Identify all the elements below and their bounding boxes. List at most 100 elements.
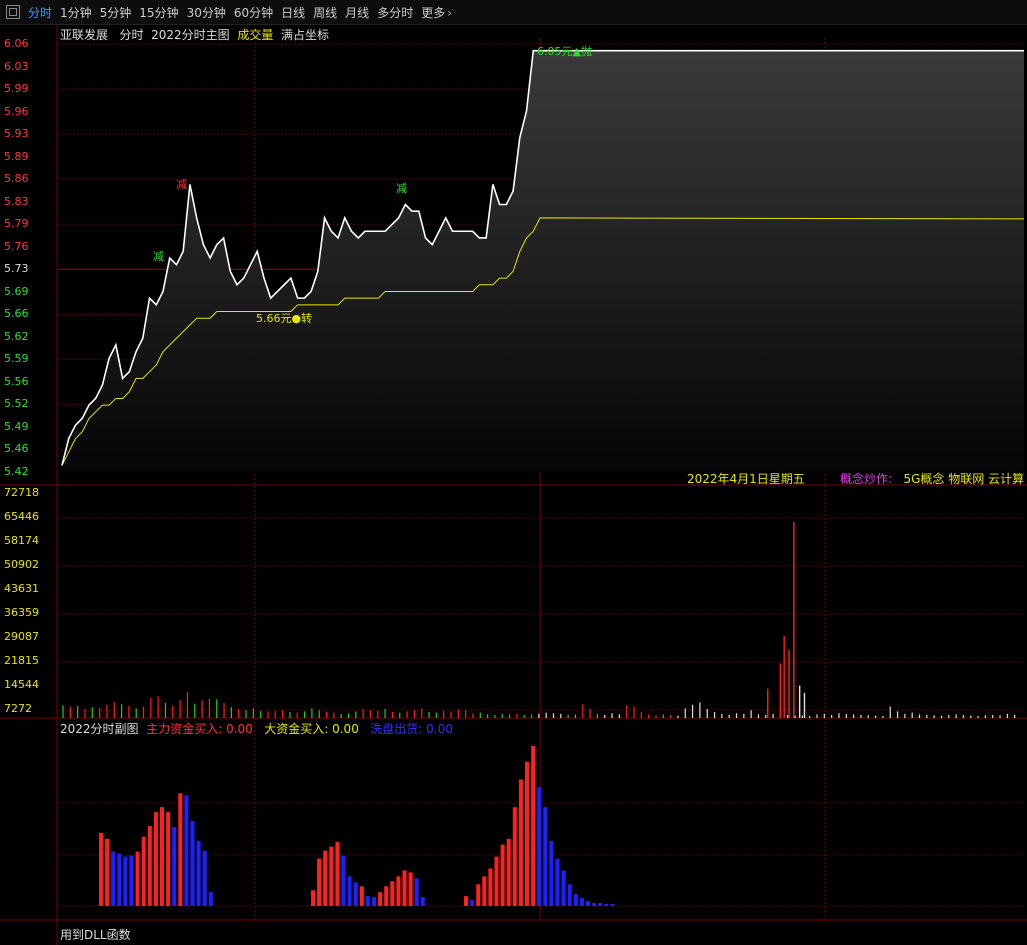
price-tick-label: 6.06	[4, 37, 29, 50]
price-tick-label: 5.52	[4, 397, 29, 411]
price-tick-label: 5.69	[4, 284, 29, 298]
coord-mode[interactable]: 满占坐标	[281, 28, 329, 42]
price-tick-label: 5.76	[4, 239, 29, 253]
fund-bar	[506, 838, 511, 906]
price-tick-label: 5.86	[4, 172, 29, 186]
fund-bar	[396, 876, 401, 906]
fund-bar	[579, 898, 584, 906]
fund-bar	[317, 858, 322, 906]
price-tick-label: 5.66	[4, 307, 29, 321]
fund-bar	[420, 897, 425, 906]
fund-bar	[99, 832, 103, 906]
fund-bar	[353, 882, 358, 906]
price-tick-label: 5.56	[4, 374, 29, 388]
stock-name: 亚联发展	[60, 28, 109, 42]
price-tick-label: 5.73	[4, 262, 29, 276]
volume-tick-label: 43631	[4, 582, 39, 595]
price-tick-label: 5.89	[4, 149, 29, 163]
fund-bar	[160, 807, 164, 906]
fund-bar	[561, 870, 566, 906]
volume-tick-label: 21815	[4, 654, 39, 667]
price-tick-label: 5.79	[4, 217, 29, 231]
fund-bar	[402, 870, 407, 906]
volume-tick-label: 36359	[4, 606, 39, 619]
fund-bar	[111, 851, 116, 906]
price-tick-label: 5.59	[4, 352, 29, 366]
fund-bar	[141, 836, 146, 906]
price-area-fill	[62, 50, 1024, 472]
fund-bar	[117, 853, 122, 906]
low-price-mark: 5.66元●转	[256, 311, 312, 325]
fund-bar	[359, 886, 364, 906]
fund-bar	[190, 821, 195, 906]
fund-bar	[178, 793, 183, 906]
volume-tick-label: 14544	[4, 678, 39, 691]
fund-bar	[518, 779, 523, 906]
concept-value: 5G概念 物联网 云计算 大	[903, 472, 1027, 486]
fund-bar	[129, 855, 134, 906]
price-tick-label: 5.49	[4, 419, 29, 433]
price-tick-label: 5.99	[4, 82, 29, 96]
fund-bar	[567, 884, 572, 906]
big-fund-label: 大资金买入:	[264, 722, 329, 736]
fund-bar	[500, 844, 505, 906]
fund-bar	[610, 904, 615, 906]
sell-mark: 减	[176, 178, 187, 191]
fund-bar	[335, 841, 340, 906]
main-fund-label: 主力资金买入:	[146, 722, 223, 736]
price-tick-label: 5.42	[4, 465, 29, 478]
volume-tick-label: 50902	[4, 558, 39, 571]
fund-bar	[123, 856, 128, 906]
fund-bar	[525, 761, 529, 906]
indicator-name[interactable]: 2022分时主图	[151, 28, 230, 42]
fund-bar	[135, 851, 140, 906]
shipping-label: 洗盘出货:	[370, 722, 423, 736]
fund-bar	[172, 826, 177, 906]
fund-bar	[147, 825, 152, 906]
concept-label: 概念炒作:	[840, 472, 893, 486]
main-fund-value: 0.00	[226, 722, 253, 736]
fund-bar	[196, 840, 201, 906]
fund-bar	[341, 855, 346, 906]
fund-bar	[323, 850, 328, 906]
fund-bar	[390, 881, 395, 906]
price-tick-label: 5.93	[4, 127, 29, 141]
chart-mode: 分时	[119, 28, 144, 42]
fund-bar	[476, 884, 481, 906]
fund-bar	[537, 787, 542, 906]
price-tick-label: 6.03	[4, 59, 29, 73]
fund-bar	[543, 807, 548, 906]
sell-mark: 减	[153, 250, 164, 263]
fund-bar	[329, 846, 334, 906]
big-fund-value: 0.00	[332, 722, 359, 736]
volume-toggle[interactable]: 成交量	[237, 28, 273, 42]
fund-bar	[311, 890, 315, 906]
volume-tick-label: 58174	[4, 534, 39, 547]
fund-bar	[494, 856, 499, 906]
fund-bar	[408, 872, 413, 906]
fund-bar	[105, 838, 110, 906]
fund-bar	[347, 876, 352, 906]
concept-line: 概念炒作: 5G概念 物联网 云计算 大	[840, 470, 1027, 487]
fund-bar	[598, 903, 603, 906]
price-tick-label: 5.96	[4, 104, 29, 118]
fund-bar	[464, 896, 468, 906]
sub-chart-title: 2022分时副图	[60, 722, 139, 736]
fund-bar	[555, 858, 560, 906]
price-tick-label: 5.62	[4, 329, 29, 343]
fund-bar	[482, 876, 487, 906]
volume-tick-label: 7272	[4, 702, 32, 715]
price-tick-label: 5.46	[4, 442, 29, 456]
sell-mark: 减	[396, 182, 407, 195]
price-tick-label: 5.83	[4, 194, 29, 208]
volume-tick-label: 65446	[4, 510, 39, 523]
fund-bar	[153, 812, 158, 906]
fund-bar	[166, 812, 171, 906]
fund-bar	[488, 868, 493, 906]
date-label: 2022年4月1日星期五	[687, 472, 805, 486]
sub-chart-header: 2022分时副图 主力资金买入: 0.00 大资金买入: 0.00 洗盘出货: …	[60, 720, 453, 737]
fund-bar	[372, 897, 376, 906]
fund-bar	[202, 850, 207, 906]
fund-bar	[512, 807, 517, 906]
fund-bar	[586, 901, 590, 906]
